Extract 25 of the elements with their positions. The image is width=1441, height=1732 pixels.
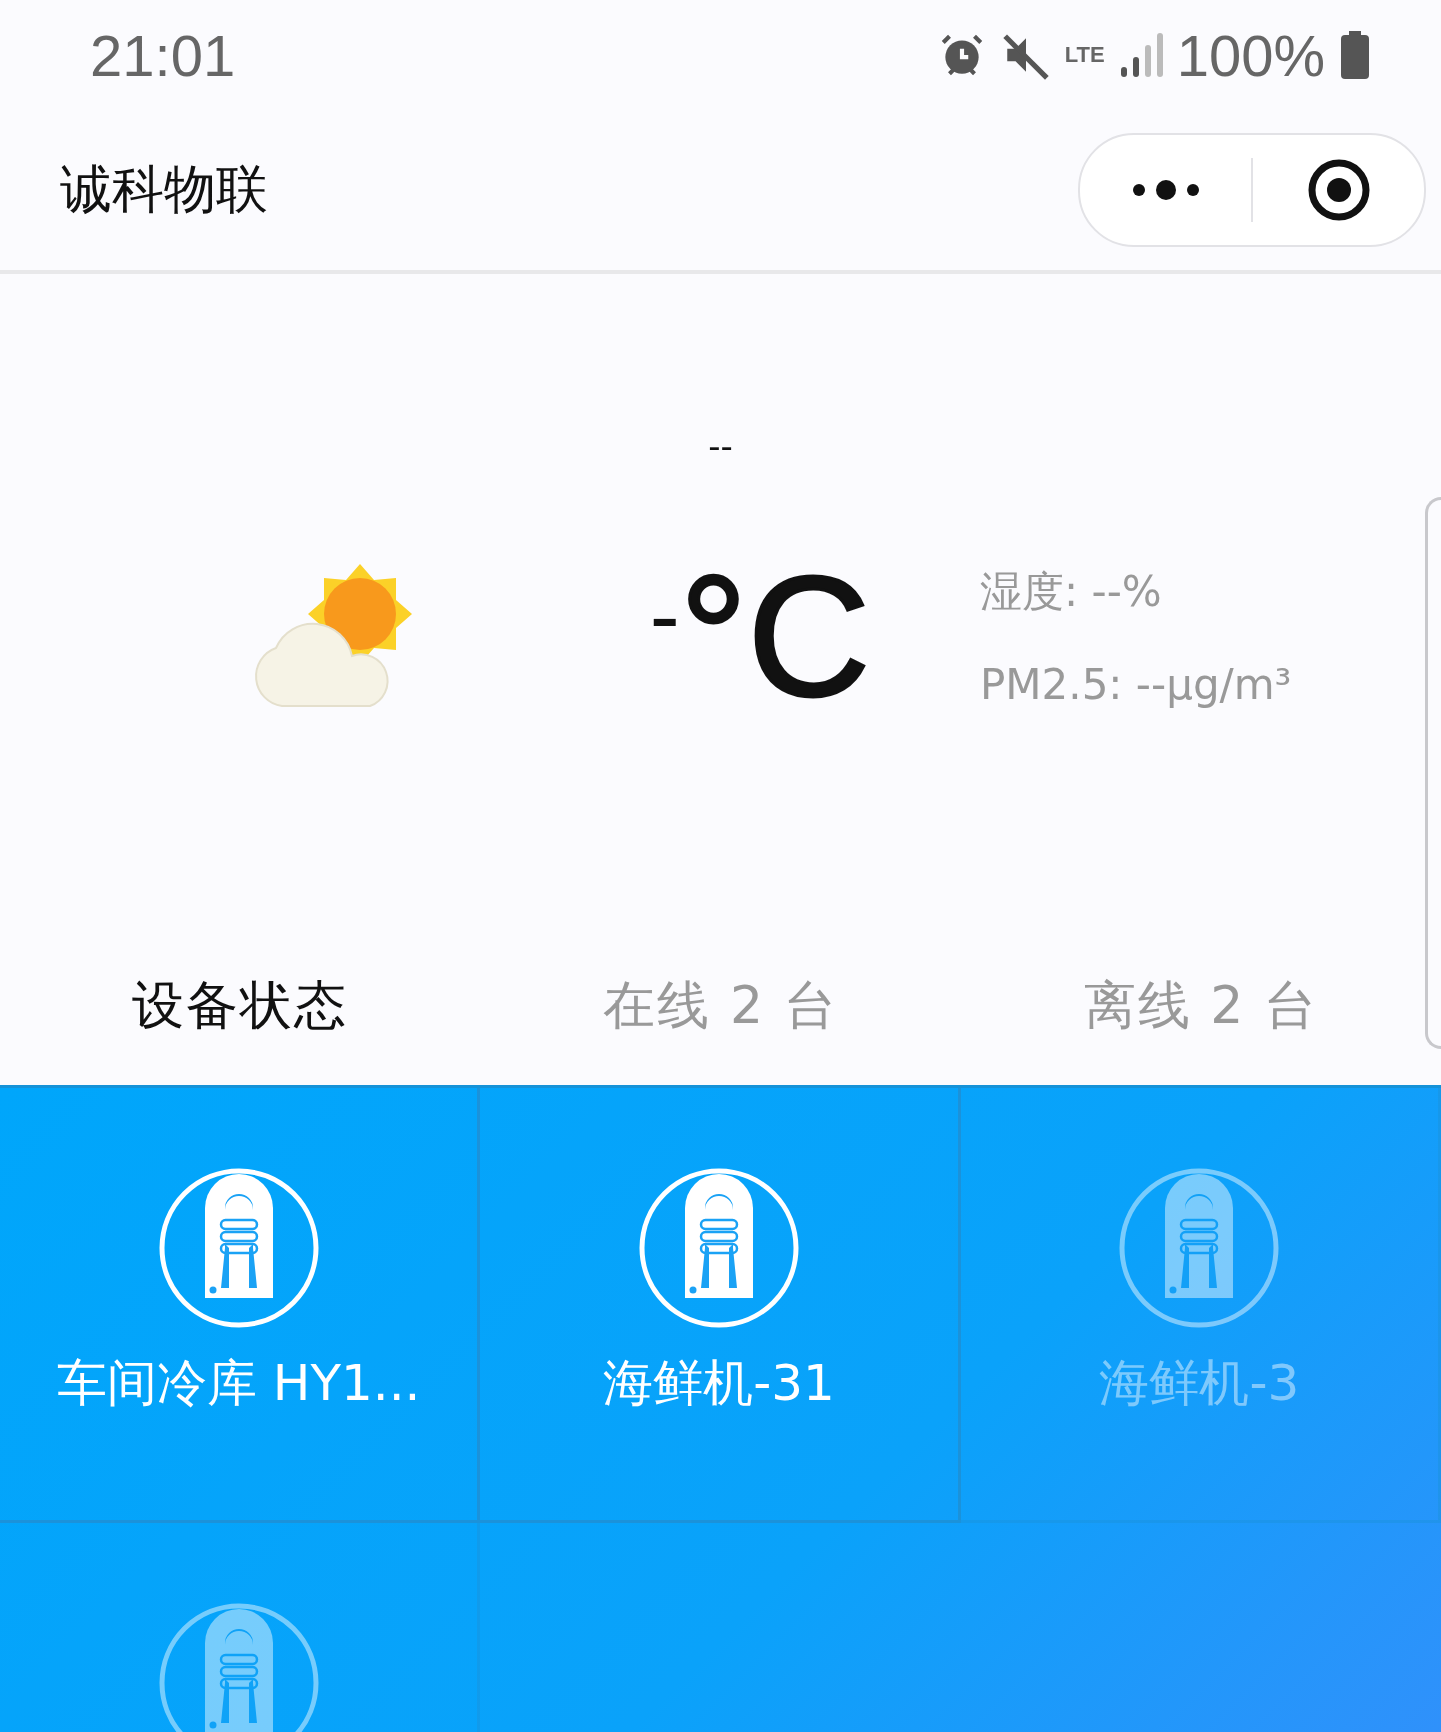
signal-icon xyxy=(1118,30,1163,80)
target-icon xyxy=(1306,158,1371,222)
more-icon xyxy=(1130,178,1201,202)
humidity-reading: 湿度: --% xyxy=(980,565,1163,618)
temperature-unit: °C xyxy=(679,551,871,721)
temperature-value: - xyxy=(649,571,680,661)
status-tab[interactable]: 在线 2 台 xyxy=(480,971,961,1041)
thermometer-icon xyxy=(639,1168,799,1328)
device-name: 海鲜机-31 xyxy=(603,1353,835,1414)
device-tile[interactable]: 海鲜机-31 xyxy=(477,1088,961,1523)
pm25-reading: PM2.5: --μg/m³ xyxy=(980,659,1292,709)
device-name: 海鲜机-3 xyxy=(1099,1353,1300,1414)
network-type: LTE xyxy=(1064,44,1105,66)
thermometer-icon xyxy=(158,1168,319,1328)
app-title: 诚科物联 xyxy=(60,158,268,221)
weather-condition: -- xyxy=(708,426,733,468)
device-name: 车间冷库 HY1... xyxy=(56,1353,421,1414)
thermometer-icon xyxy=(158,1603,319,1732)
battery-icon xyxy=(1339,30,1371,80)
status-tab[interactable]: 离线 2 台 xyxy=(960,971,1441,1041)
status-tab[interactable]: 设备状态 xyxy=(0,971,481,1041)
battery-level: 100% xyxy=(1176,21,1325,89)
side-handle[interactable] xyxy=(1425,497,1441,1049)
thermometer-icon xyxy=(1119,1168,1280,1328)
status-time: 21:01 xyxy=(90,21,236,89)
